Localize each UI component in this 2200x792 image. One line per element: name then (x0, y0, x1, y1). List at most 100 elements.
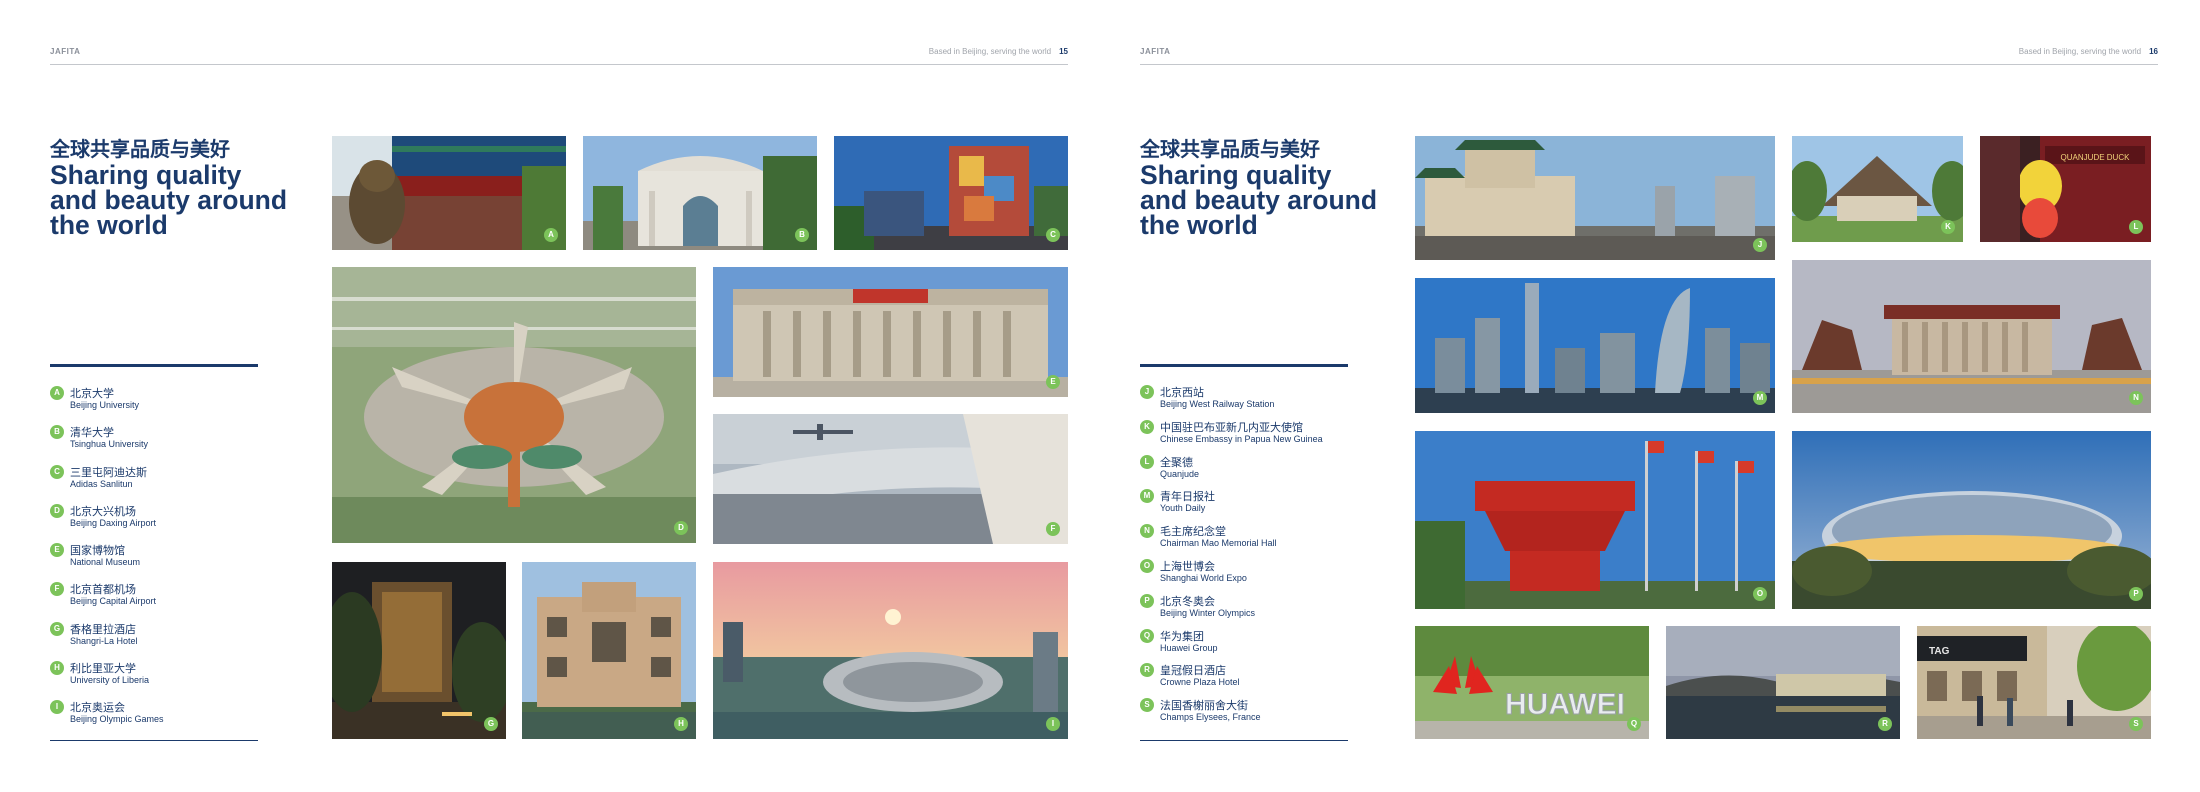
huawei-sign: HUAWEI (1505, 688, 1625, 721)
photo-tsinghua-university: B (583, 136, 817, 250)
legend-letter-badge: S (1140, 698, 1154, 713)
shop-sign: TAG (1929, 646, 1950, 657)
legend-letter-badge: O (1140, 558, 1154, 573)
legend-label-cn: 皇冠假日酒店 (1160, 664, 1226, 678)
photo-embassy-png-image (1792, 136, 1963, 242)
legend-top-rule (1140, 364, 1348, 367)
legend-label-cn: 北京大兴机场 (70, 504, 136, 518)
legend-label-cn: 青年日报社 (1160, 490, 1215, 504)
photo-youth-daily: M (1415, 278, 1775, 413)
photo-university-of-liberia: H (522, 562, 696, 739)
legend-label-en: University of Liberia (70, 675, 150, 686)
tagline-text: Based in Beijing, serving the world (2018, 47, 2142, 56)
photo-quanjude-image: QUANJUDE DUCK (1980, 136, 2151, 242)
legend-letter-badge: C (50, 464, 64, 479)
photo-huawei: HUAWEI Q (1415, 626, 1649, 739)
legend-label-cn: 北京冬奥会 (1160, 594, 1215, 608)
photo-winter-olympics-image (1792, 431, 2151, 609)
legend-label-en: Beijing Winter Olympics (1160, 607, 1256, 618)
legend-label-en: Chinese Embassy in Papua New Guinea (1160, 433, 1323, 444)
photo-national-museum: E (713, 267, 1068, 397)
legend-letter-badge: A (50, 386, 64, 400)
legend-label-en: Crowne Plaza Hotel (1160, 677, 1240, 688)
photo-badge: P (2129, 587, 2143, 601)
photo-youth-daily-image (1415, 278, 1775, 413)
title-english: Sharing quality and beauty around the wo… (1140, 160, 1378, 240)
legend-bottom-rule (1140, 740, 1348, 741)
photo-shanghai-expo: O (1415, 431, 1775, 609)
legend-letter-badge: Q (1140, 628, 1154, 643)
legend-letter-badge: G (50, 621, 64, 636)
header-rule (50, 64, 1068, 65)
legend-label-cn: 毛主席纪念堂 (1160, 525, 1226, 539)
photo-badge: I (1046, 717, 1060, 731)
photo-university-of-liberia-image (522, 562, 696, 739)
legend-label-cn: 全聚德 (1160, 455, 1193, 469)
page-number: 16 (2149, 47, 2158, 56)
legend-letter-badge: J (1140, 385, 1154, 399)
legend-label-en: Quanjude (1160, 468, 1200, 479)
photo-winter-olympics: P (1792, 431, 2151, 609)
photo-badge: L (2129, 220, 2143, 234)
photo-champs-elysees-image: TAG (1917, 626, 2151, 739)
photo-mao-memorial-hall: N (1792, 260, 2151, 413)
photo-daxing-airport: D (332, 267, 696, 543)
photo-birds-nest-image (713, 562, 1068, 739)
photo-badge: E (1046, 375, 1060, 389)
legend-label-en: Huawei Group (1160, 642, 1218, 653)
photo-badge: D (674, 521, 688, 535)
photo-mao-memorial-hall-image (1792, 260, 2151, 413)
legend-label-en: Beijing Olympic Games (70, 714, 164, 725)
photo-daxing-airport-image (332, 267, 696, 543)
legend-label-cn: 利比里亚大学 (70, 662, 136, 676)
legend-label-en: Chairman Mao Memorial Hall (1160, 538, 1277, 549)
title-chinese: 全球共享品质与美好 (1140, 137, 1320, 161)
legend-letter-badge: K (1140, 419, 1154, 434)
photo-badge: R (1878, 717, 1892, 731)
photo-national-museum-image (713, 267, 1068, 397)
legend-label-en: Beijing Capital Airport (70, 596, 157, 607)
legend-label-en: Adidas Sanlitun (70, 478, 133, 489)
photo-embassy-png: K (1792, 136, 1963, 242)
photo-beijing-west-station: J (1415, 136, 1775, 260)
legend-label-en: Beijing University (70, 400, 140, 410)
title-english: Sharing quality and beauty around the wo… (50, 160, 288, 240)
legend-bottom-rule (50, 740, 258, 741)
photo-badge: O (1753, 587, 1767, 601)
legend-label-en: Champs Elysees, France (1160, 712, 1261, 723)
legend-label-cn: 中国驻巴布亚新几内亚大使馆 (1160, 420, 1303, 434)
photo-shangri-la-hotel-image (332, 562, 506, 739)
page-16: JAFITA Based in Beijing, serving the wor… (1100, 0, 2200, 792)
legend-letter-badge: H (50, 661, 64, 676)
photo-tsinghua-university-image (583, 136, 817, 250)
legend-label-en: Beijing Daxing Airport (70, 517, 157, 528)
legend-label-cn: 上海世博会 (1160, 559, 1215, 573)
legend-label-cn: 北京奥运会 (70, 701, 125, 715)
photo-badge: G (484, 717, 498, 731)
legend-letter-badge: M (1140, 489, 1154, 504)
legend-label-cn: 香格里拉酒店 (70, 622, 136, 636)
photo-crowne-plaza: R (1666, 626, 1900, 739)
photo-badge: S (2129, 717, 2143, 731)
photo-shangri-la-hotel: G (332, 562, 506, 739)
legend-letter-badge: N (1140, 524, 1154, 539)
photo-peking-university-image (332, 136, 566, 250)
header-brand: JAFITA (1140, 47, 1171, 56)
photo-huawei-image: HUAWEI (1415, 626, 1649, 739)
photo-beijing-west-station-image (1415, 136, 1775, 260)
legend-letter-badge: B (50, 425, 64, 440)
header-tagline: Based in Beijing, serving the world 16 (2019, 47, 2158, 56)
legend-label-cn: 清华大学 (70, 426, 114, 440)
tagline-text: Based in Beijing, serving the world (928, 47, 1052, 56)
legend-top-rule (50, 364, 258, 367)
photo-badge: K (1941, 220, 1955, 234)
photo-birds-nest: I (713, 562, 1068, 739)
photo-badge: B (795, 228, 809, 242)
photo-badge: J (1753, 238, 1767, 252)
header-tagline: Based in Beijing, serving the world 15 (929, 47, 1068, 56)
photo-capital-airport: F (713, 414, 1068, 544)
header-brand: JAFITA (50, 47, 81, 56)
photo-badge: Q (1627, 717, 1641, 731)
legend-letter-badge: R (1140, 663, 1154, 678)
legend-label-cn: 北京西站 (1160, 386, 1204, 399)
